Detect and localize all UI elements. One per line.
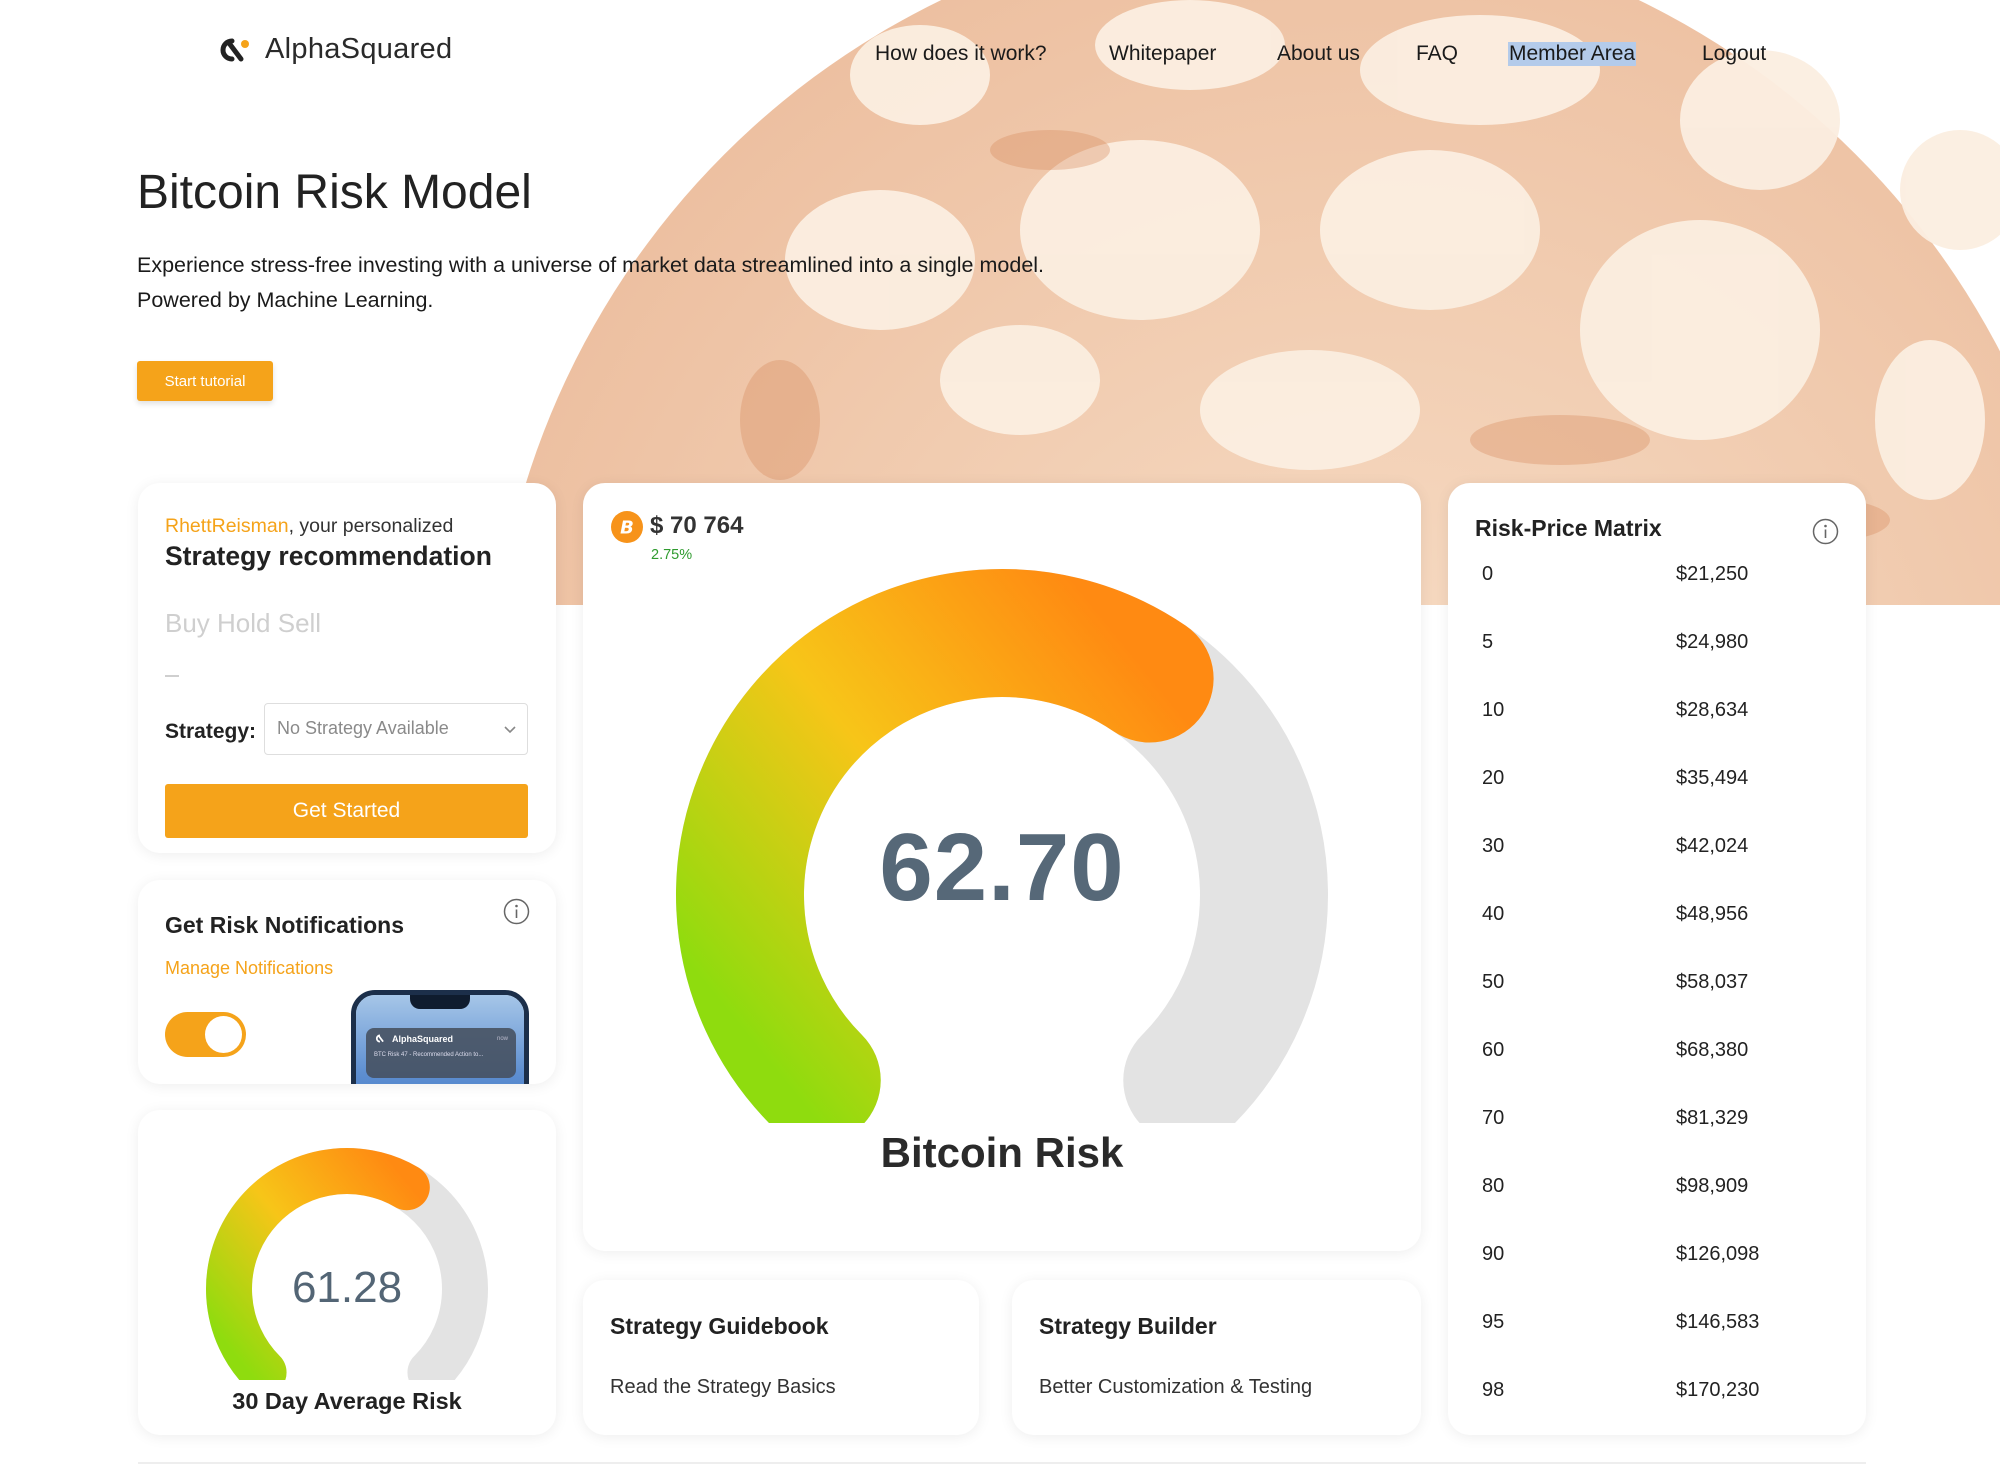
matrix-row: 95 $146,583 <box>1448 1311 1866 1379</box>
matrix-risk: 70 <box>1482 1107 1505 1129</box>
average-risk-card: 61.28 30 Day Average Risk <box>138 1110 556 1435</box>
strategy-label: Strategy: <box>165 720 257 743</box>
matrix-price: $170,230 <box>1676 1379 1760 1401</box>
risk-notifications-card: Get Risk Notifications Manage Notificati… <box>138 880 556 1084</box>
chevron-down-icon <box>504 726 516 734</box>
matrix-risk: 5 <box>1482 631 1494 653</box>
start-tutorial-button[interactable]: Start tutorial <box>137 361 273 401</box>
toggle-knob <box>205 1016 242 1053</box>
nav-logout[interactable]: Logout <box>1702 42 1766 66</box>
matrix-price: $98,909 <box>1676 1175 1749 1197</box>
matrix-price: $68,380 <box>1676 1039 1749 1061</box>
top-navigation: How does it work? Whitepaper About us FA… <box>0 42 2000 72</box>
notification-app-name: AlphaSquared <box>392 1034 454 1044</box>
placeholder-dash <box>165 675 179 677</box>
matrix-risk: 30 <box>1482 835 1505 857</box>
bitcoin-risk-label: Bitcoin Risk <box>880 1129 1124 1176</box>
matrix-price: $81,329 <box>1676 1107 1749 1129</box>
matrix-row: 10 $28,634 <box>1448 699 1866 767</box>
matrix-price: $58,037 <box>1676 971 1749 993</box>
matrix-row: 40 $48,956 <box>1448 903 1866 971</box>
strategy-intro-text: , your personalized <box>288 515 454 537</box>
risk-price-matrix-card: Risk-Price Matrix 0 $21,250 5 $24,980 10 $2… <box>1448 483 1866 1435</box>
hero-subtitle-line-1: Experience stress-free investing with a … <box>137 253 1045 277</box>
notifications-toggle[interactable] <box>165 1012 246 1057</box>
matrix-risk: 40 <box>1482 903 1505 925</box>
matrix-risk: 10 <box>1482 699 1505 721</box>
phone-notch <box>410 995 470 1009</box>
alphasquared-logo-icon <box>376 1034 384 1043</box>
matrix-price: $35,494 <box>1676 767 1749 789</box>
matrix-risk: 95 <box>1482 1311 1505 1333</box>
matrix-risk: 0 <box>1482 563 1494 585</box>
matrix-price: $24,980 <box>1676 631 1749 653</box>
nav-about-us[interactable]: About us <box>1277 42 1360 66</box>
builder-title: Strategy Builder <box>1039 1313 1217 1339</box>
nav-how-it-works[interactable]: How does it work? <box>875 42 1047 66</box>
phone-preview-image: AlphaSquared now BTC Risk 47 - Recommend… <box>351 990 529 1084</box>
matrix-row: 98 $170,230 <box>1448 1379 1866 1447</box>
matrix-risk: 90 <box>1482 1243 1505 1265</box>
builder-subtitle: Better Customization & Testing <box>1039 1376 1313 1398</box>
username-link[interactable]: RhettReisman <box>165 515 289 537</box>
matrix-row: 90 $126,098 <box>1448 1243 1866 1311</box>
info-icon[interactable] <box>1812 518 1839 545</box>
nav-faq[interactable]: FAQ <box>1416 42 1458 66</box>
page-title: Bitcoin Risk Model <box>137 166 532 219</box>
bitcoin-risk-card: B $ 70 764 2.75% 62.70 Bitcoin Risk <box>583 483 1421 1251</box>
bitcoin-risk-gauge <box>676 569 1328 1123</box>
matrix-risk: 80 <box>1482 1175 1505 1197</box>
strategy-recommendation-card: RhettReisman, your personalized Strategy… <box>138 483 556 853</box>
average-risk-gauge <box>206 1148 488 1380</box>
matrix-price: $146,583 <box>1676 1311 1760 1333</box>
strategy-select-value: No Strategy Available <box>277 718 449 738</box>
hero-subtitle: Experience stress-free investing with a … <box>137 248 1044 318</box>
matrix-price: $48,956 <box>1676 903 1749 925</box>
notification-message: BTC Risk 47 - Recommended Action to... <box>374 1052 484 1058</box>
guidebook-subtitle: Read the Strategy Basics <box>610 1376 836 1398</box>
matrix-title: Risk-Price Matrix <box>1475 515 1662 541</box>
matrix-price: $28,634 <box>1676 699 1749 721</box>
guidebook-title: Strategy Guidebook <box>610 1313 829 1339</box>
matrix-risk: 60 <box>1482 1039 1505 1061</box>
info-icon[interactable] <box>503 898 530 925</box>
average-risk-value: 61.28 <box>291 1263 403 1312</box>
manage-notifications-link[interactable]: Manage Notifications <box>165 958 333 979</box>
bitcoin-risk-value: 62.70 <box>879 814 1125 921</box>
notification-banner: AlphaSquared now BTC Risk 47 - Recommend… <box>366 1028 516 1078</box>
strategy-builder-card[interactable]: Strategy Builder Better Customization & … <box>1012 1280 1421 1435</box>
strategy-intro: RhettReisman, your personalized <box>165 515 453 538</box>
matrix-row: 70 $81,329 <box>1448 1107 1866 1175</box>
matrix-price: $21,250 <box>1676 563 1749 585</box>
matrix-price: $42,024 <box>1676 835 1749 857</box>
matrix-row: 80 $98,909 <box>1448 1175 1866 1243</box>
strategy-heading: Strategy recommendation <box>165 541 492 571</box>
nav-whitepaper[interactable]: Whitepaper <box>1109 42 1216 66</box>
matrix-row: 5 $24,980 <box>1448 631 1866 699</box>
notification-time: now <box>496 1036 508 1042</box>
get-started-button[interactable]: Get Started <box>165 784 528 838</box>
section-divider <box>138 1462 1866 1464</box>
matrix-price: $126,098 <box>1676 1243 1760 1265</box>
hero-subtitle-line-2: Powered by Machine Learning. <box>137 288 434 312</box>
matrix-row: 20 $35,494 <box>1448 767 1866 835</box>
matrix-risk: 20 <box>1482 767 1505 789</box>
matrix-row: 50 $58,037 <box>1448 971 1866 1039</box>
strategy-guidebook-card[interactable]: Strategy Guidebook Read the Strategy Bas… <box>583 1280 979 1435</box>
notifications-title: Get Risk Notifications <box>165 912 404 938</box>
matrix-risk: 98 <box>1482 1379 1505 1401</box>
matrix-row: 30 $42,024 <box>1448 835 1866 903</box>
nav-member-area[interactable]: Member Area <box>1508 42 1637 66</box>
strategy-select[interactable]: No Strategy Available <box>264 703 528 755</box>
matrix-row: 60 $68,380 <box>1448 1039 1866 1107</box>
average-risk-label: 30 Day Average Risk <box>232 1388 462 1414</box>
matrix-table: 0 $21,250 5 $24,980 10 $28,634 20 $35,494 30… <box>1448 563 1866 1447</box>
matrix-row: 0 $21,250 <box>1448 563 1866 631</box>
strategy-actions-placeholder: Buy Hold Sell <box>165 608 322 638</box>
matrix-risk: 50 <box>1482 971 1505 993</box>
